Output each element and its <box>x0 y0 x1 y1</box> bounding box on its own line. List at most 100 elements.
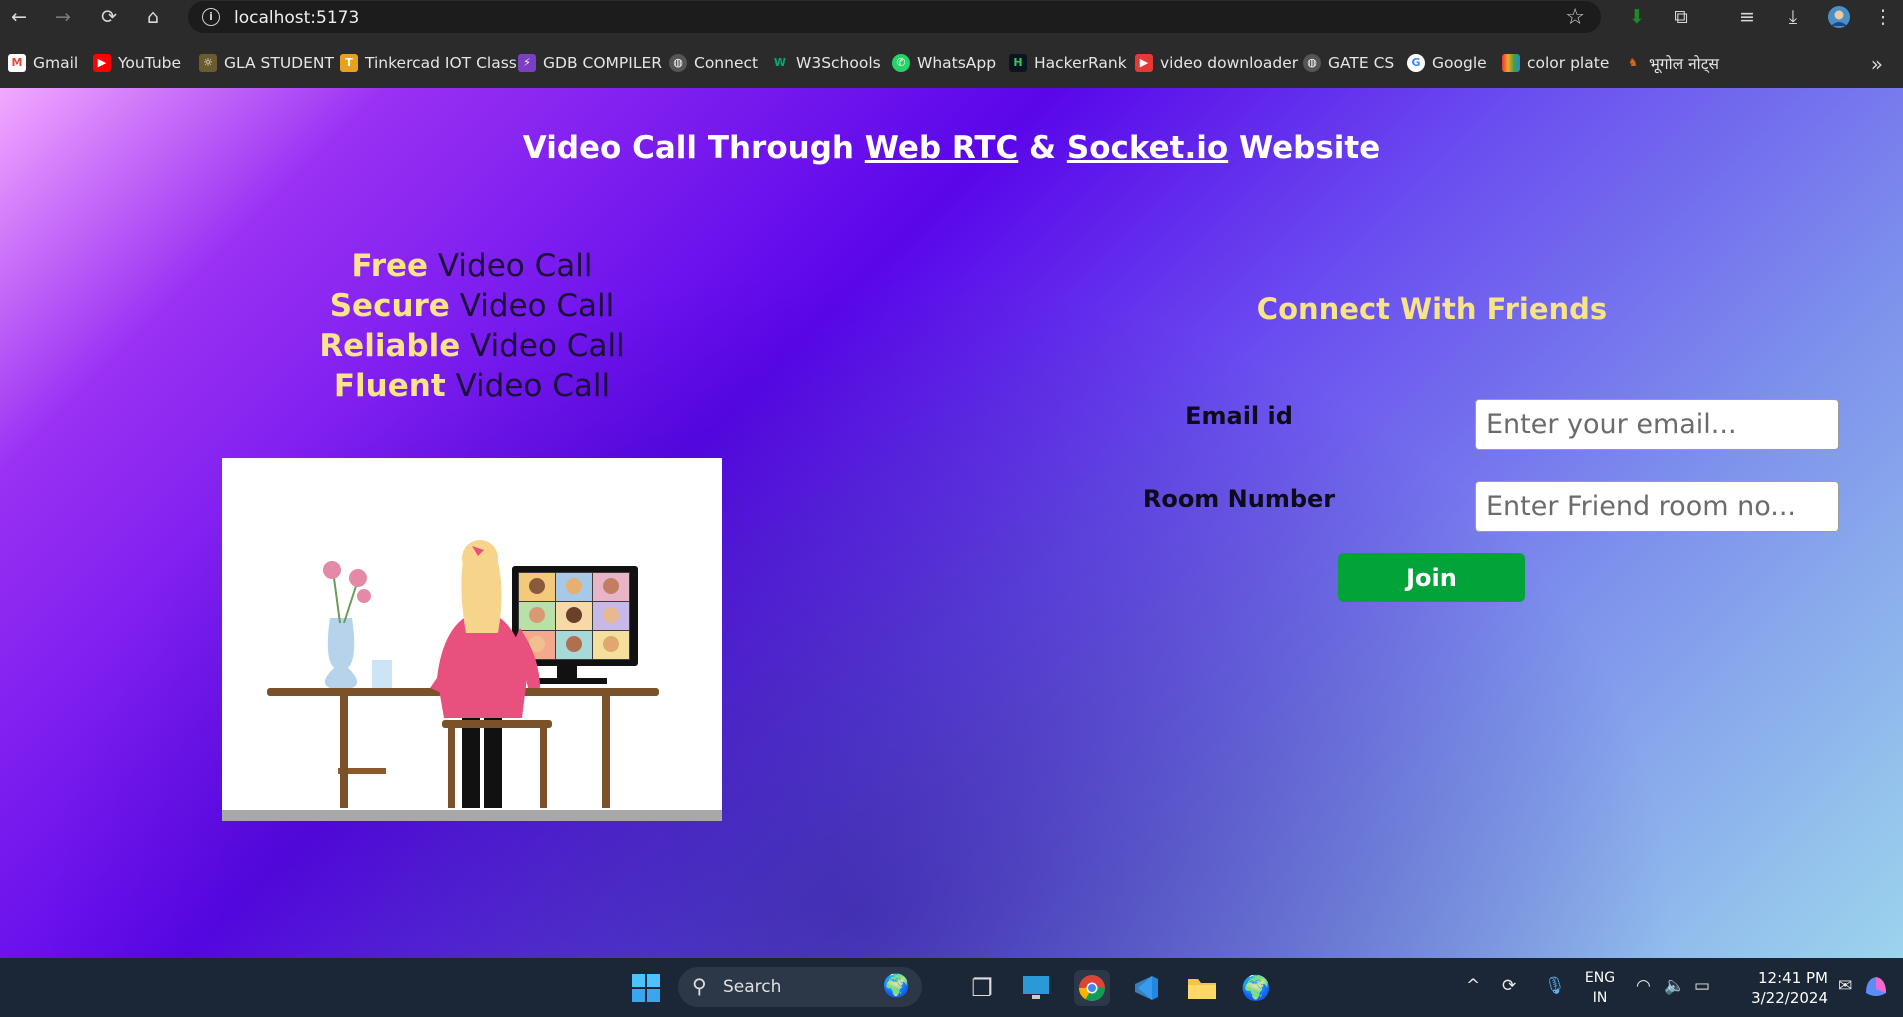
bookmark-color-plate[interactable]: color plate <box>1502 52 1609 74</box>
bookmark-label: GDB COMPILER <box>543 54 663 72</box>
bookmark-label: GATE CS <box>1328 54 1395 72</box>
taskbar-search-box[interactable]: ⚲ Search 🌍 <box>678 967 922 1007</box>
globe-icon: ◍ <box>669 54 687 72</box>
bookmark-connect[interactable]: ◍ Connect <box>669 52 758 74</box>
video-call-illustration <box>222 458 722 821</box>
title-text: & <box>1018 130 1067 166</box>
windows-taskbar: ⚲ Search 🌍 ❐ 🌍 ^ ⟳ 🎙 ENG IN ◠ 🔈 ▭ 12:41 P… <box>0 958 1903 1017</box>
microphone-icon[interactable]: 🎙 <box>1544 976 1566 996</box>
system-clock[interactable]: 12:41 PM 3/22/2024 <box>1724 968 1828 1008</box>
file-explorer-icon[interactable] <box>1184 970 1220 1006</box>
bookmark-whatsapp[interactable]: ✆ WhatsApp <box>892 52 996 74</box>
bookmark-label: Connect <box>694 54 759 72</box>
bhugol-icon: ♞ <box>1628 56 1638 69</box>
extensions-puzzle-icon[interactable]: ⧉ <box>1668 4 1694 30</box>
connect-heading: Connect With Friends <box>1256 292 1608 326</box>
region-code: IN <box>1592 990 1608 1006</box>
downloads-icon[interactable]: ⤓ <box>1780 4 1806 30</box>
reload-icon[interactable]: ⟳ <box>98 6 120 28</box>
volume-icon[interactable]: 🔈 <box>1664 976 1685 996</box>
sync-icon[interactable]: ⟳ <box>1502 976 1516 996</box>
language-indicator[interactable]: ENG IN <box>1582 968 1618 1008</box>
feature-text: Video Call <box>460 328 625 364</box>
feature-keyword: Secure <box>329 288 450 324</box>
join-button[interactable]: Join <box>1338 553 1525 602</box>
chrome-taskbar-icon[interactable] <box>1074 970 1110 1006</box>
bookmark-google[interactable]: G Google <box>1407 52 1487 74</box>
browser-globe-taskbar-icon[interactable]: 🌍 <box>1238 970 1274 1006</box>
bookmark-w3schools[interactable]: W W3Schools <box>771 52 881 74</box>
language-code: ENG <box>1584 970 1616 986</box>
feature-keyword: Fluent <box>333 368 446 404</box>
bookmark-label: Tinkercad IOT Class <box>365 54 517 72</box>
vscode-taskbar-icon[interactable] <box>1128 970 1164 1006</box>
bookmark-youtube[interactable]: ▶ YouTube <box>93 52 181 74</box>
google-icon: G <box>1407 54 1425 72</box>
bookmark-hackerrank[interactable]: H HackerRank <box>1009 52 1127 74</box>
wifi-icon[interactable]: ◠ <box>1636 976 1651 996</box>
desktop-app-icon[interactable] <box>1018 970 1054 1006</box>
copilot-icon[interactable] <box>1860 971 1892 1003</box>
media-control-icon[interactable]: ≡ <box>1734 4 1760 30</box>
browser-menu-icon[interactable]: ⋮ <box>1870 4 1896 30</box>
gdb-icon: ⚡ <box>518 54 536 72</box>
hackerrank-icon: H <box>1009 54 1027 72</box>
color-plate-icon <box>1502 54 1520 72</box>
feature-text: Video Call <box>428 248 593 284</box>
bookmark-label: YouTube <box>118 54 182 72</box>
room-number-label: Room Number <box>1142 485 1336 513</box>
email-label: Email id <box>1185 402 1293 430</box>
battery-icon[interactable]: ▭ <box>1694 976 1710 996</box>
notification-icon[interactable]: ✉ <box>1838 976 1852 996</box>
bookmark-label: Gmail <box>33 54 79 72</box>
url-text[interactable]: localhost:5173 <box>234 8 359 28</box>
bookmark-label: WhatsApp <box>917 54 997 72</box>
bookmark-gdb-compiler[interactable]: ⚡ GDB COMPILER <box>518 52 662 74</box>
bookmark-label: W3Schools <box>796 54 881 72</box>
bookmark-label: GLA STUDENT <box>224 54 334 72</box>
youtube-icon: ▶ <box>93 54 111 72</box>
profile-avatar[interactable] <box>1826 4 1852 30</box>
title-text: Website <box>1228 130 1381 166</box>
bookmarks-bar: M Gmail ▶ YouTube ☼ GLA STUDENT T Tinkercad … <box>0 34 1903 88</box>
bookmark-gla-student[interactable]: ☼ GLA STUDENT <box>199 52 334 74</box>
bookmark-gmail[interactable]: M Gmail <box>8 52 78 74</box>
feature-keyword: Reliable <box>319 328 461 364</box>
back-icon[interactable]: ← <box>8 6 30 28</box>
clock-time: 12:41 PM <box>1758 969 1828 987</box>
feature-keyword: Free <box>351 248 429 284</box>
search-label: Search <box>723 977 782 997</box>
bookmark-label: video downloader <box>1160 54 1299 72</box>
task-view-icon[interactable]: ❐ <box>964 970 1000 1006</box>
whatsapp-icon: ✆ <box>892 54 910 72</box>
feature-line-free: Free Video Call <box>172 248 772 284</box>
web-page: Video Call Through Web RTC & Socket.io W… <box>0 88 1903 958</box>
bookmark-label: HackerRank <box>1034 54 1127 72</box>
show-hidden-icons[interactable]: ^ <box>1466 976 1480 996</box>
video-downloader-icon: ▶ <box>1135 54 1153 72</box>
bookmark-gate-cs[interactable]: ◍ GATE CS <box>1303 52 1394 74</box>
title-text: Video Call Through <box>522 130 865 166</box>
bookmark-bhugol-notes[interactable]: ♞ भूगोल नोट्स <box>1624 52 1719 74</box>
windows-start-icon[interactable] <box>628 970 664 1006</box>
bookmark-tinkercad[interactable]: T Tinkercad IOT Class <box>340 52 517 74</box>
home-icon[interactable]: ⌂ <box>142 6 164 28</box>
web-rtc-link[interactable]: Web RTC <box>865 130 1018 166</box>
feature-text: Video Call <box>449 288 615 324</box>
socket-io-link[interactable]: Socket.io <box>1067 130 1228 166</box>
email-input[interactable] <box>1475 399 1839 450</box>
feature-line-reliable: Reliable Video Call <box>172 328 772 364</box>
feature-line-secure: Secure Video Call <box>172 288 772 324</box>
extension-download-icon[interactable]: ⬇ <box>1624 4 1650 30</box>
feature-text: Video Call <box>445 368 611 404</box>
address-bar[interactable]: i localhost:5173 ☆ <box>188 1 1601 33</box>
forward-icon[interactable]: → <box>52 6 74 28</box>
globe-icon: ◍ <box>1303 54 1321 72</box>
bookmark-label: भूगोल नोट्स <box>1649 55 1719 73</box>
room-number-input[interactable] <box>1475 481 1839 532</box>
more-bookmarks-icon[interactable]: » <box>1871 52 1883 76</box>
bookmark-star-icon[interactable]: ☆ <box>1565 5 1585 30</box>
w3schools-icon: W <box>773 56 787 69</box>
bookmark-video-downloader[interactable]: ▶ video downloader <box>1135 52 1298 74</box>
site-info-icon[interactable]: i <box>202 8 220 26</box>
